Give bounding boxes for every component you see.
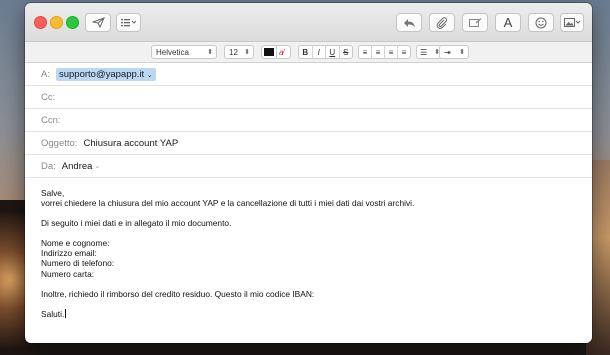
divider [276, 46, 277, 58]
font-family-select[interactable]: Helvetica ⬍ [151, 45, 217, 59]
header-fields-button[interactable] [116, 13, 141, 32]
bulleted-list-icon: ☰ [420, 47, 428, 57]
recipient-token[interactable]: supporto@yapapp.it ⌄ [55, 67, 156, 81]
to-field[interactable]: A: supporto@yapapp.it ⌄ [25, 63, 592, 86]
send-icon [91, 17, 105, 28]
photo-icon [563, 17, 580, 27]
body-line: Inoltre, richiedo il rimborso del credit… [41, 288, 315, 299]
body-blank-line [41, 208, 576, 218]
background-color-button[interactable]: a̸ [279, 48, 283, 57]
body-line: Indirizzo email: [41, 248, 97, 259]
font-size-select[interactable]: 12 ⬍ [224, 45, 254, 59]
reply-button[interactable] [396, 13, 422, 32]
body-line: Salve, [41, 188, 65, 198]
font-size-value: 12 [229, 47, 238, 57]
indent-icon: ⇥ [444, 47, 451, 57]
attach-button[interactable] [429, 13, 455, 32]
from-dropdown-icon[interactable]: ⌄ [94, 162, 100, 170]
body-last-line: Saluti. [41, 308, 576, 319]
subject-label: Oggetto: [41, 137, 78, 149]
photo-browser-button[interactable] [560, 13, 584, 32]
smiley-icon [535, 17, 547, 28]
color-controls: a̸ [261, 45, 291, 59]
window-toolbar: A [25, 3, 592, 42]
updown-arrows-icon: ⬍ [244, 49, 250, 56]
subject-value: Chiusura account YAP [83, 137, 179, 149]
cc-label: Cc: [41, 91, 56, 103]
bcc-field[interactable]: Ccn: [25, 109, 592, 132]
markup-button[interactable] [462, 13, 488, 32]
updown-arrows-icon: ⬍ [459, 49, 465, 56]
recipient-address: supporto@yapapp.it [58, 68, 145, 80]
body-line: Numero di telefono: [41, 258, 115, 269]
align-left-icon[interactable]: ≡ [359, 46, 372, 58]
alignment-buttons: ≡ ≡ ≡ ≡ [358, 45, 411, 59]
bcc-label: Ccn: [41, 114, 61, 126]
body-blank-line [41, 228, 576, 238]
indent-select[interactable]: ⇥ ⬍ [439, 45, 469, 59]
reply-icon [403, 18, 415, 27]
to-label: A: [41, 68, 50, 80]
font-family-value: Helvetica [156, 47, 189, 57]
list-icon [121, 19, 136, 27]
subject-field[interactable]: Oggetto: Chiusura account YAP [25, 132, 592, 155]
close-window-button[interactable] [34, 16, 47, 29]
body-line: Saluti. [41, 308, 65, 319]
chevron-down-icon: ⌄ [146, 71, 153, 79]
letter-a-icon: A [503, 15, 513, 30]
body-line: Di seguito i miei dati e in allegato il … [41, 218, 232, 229]
body-blank-line [41, 299, 576, 309]
align-center-icon[interactable]: ≡ [372, 46, 385, 58]
body-line: vorrei chiedere la chiusura del mio acco… [41, 198, 415, 209]
format-bar: Helvetica ⬍ 12 ⬍ a̸ B I U S ≡ ≡ ≡ ≡ ☰ ⬍ [25, 42, 592, 63]
emoji-button[interactable] [528, 13, 554, 32]
italic-button[interactable]: I [313, 46, 326, 58]
bold-button[interactable]: B [299, 46, 313, 58]
zoom-window-button[interactable] [66, 16, 79, 29]
send-button[interactable] [85, 13, 111, 32]
minimize-window-button[interactable] [50, 16, 63, 29]
from-value: Andrea [61, 160, 93, 172]
align-right-icon[interactable]: ≡ [385, 46, 398, 58]
text-color-swatch[interactable] [264, 48, 274, 56]
from-field[interactable]: Da: Andrea ⌄ [25, 155, 592, 178]
body-line: Numero carta: [41, 268, 95, 279]
compose-window: A Helvetica ⬍ 12 ⬍ a̸ B I U S ≡ ≡ ≡ ≡ ☰ … [25, 3, 592, 343]
message-body[interactable]: Salve, vorrei chiedere la chiusura del m… [25, 178, 592, 329]
text-style-buttons: B I U S [298, 45, 353, 59]
font-format-button[interactable]: A [495, 13, 521, 32]
strikethrough-button[interactable]: S [340, 46, 353, 58]
justify-icon[interactable]: ≡ [398, 46, 410, 58]
text-cursor [65, 308, 67, 318]
markup-icon [468, 17, 481, 27]
underline-button[interactable]: U [326, 46, 340, 58]
body-blank-line [41, 279, 576, 289]
from-label: Da: [41, 160, 56, 172]
body-line: Nome e cognome: [41, 238, 110, 249]
updown-arrows-icon: ⬍ [207, 49, 213, 56]
cc-field[interactable]: Cc: [25, 86, 592, 109]
paperclip-icon [436, 16, 447, 29]
